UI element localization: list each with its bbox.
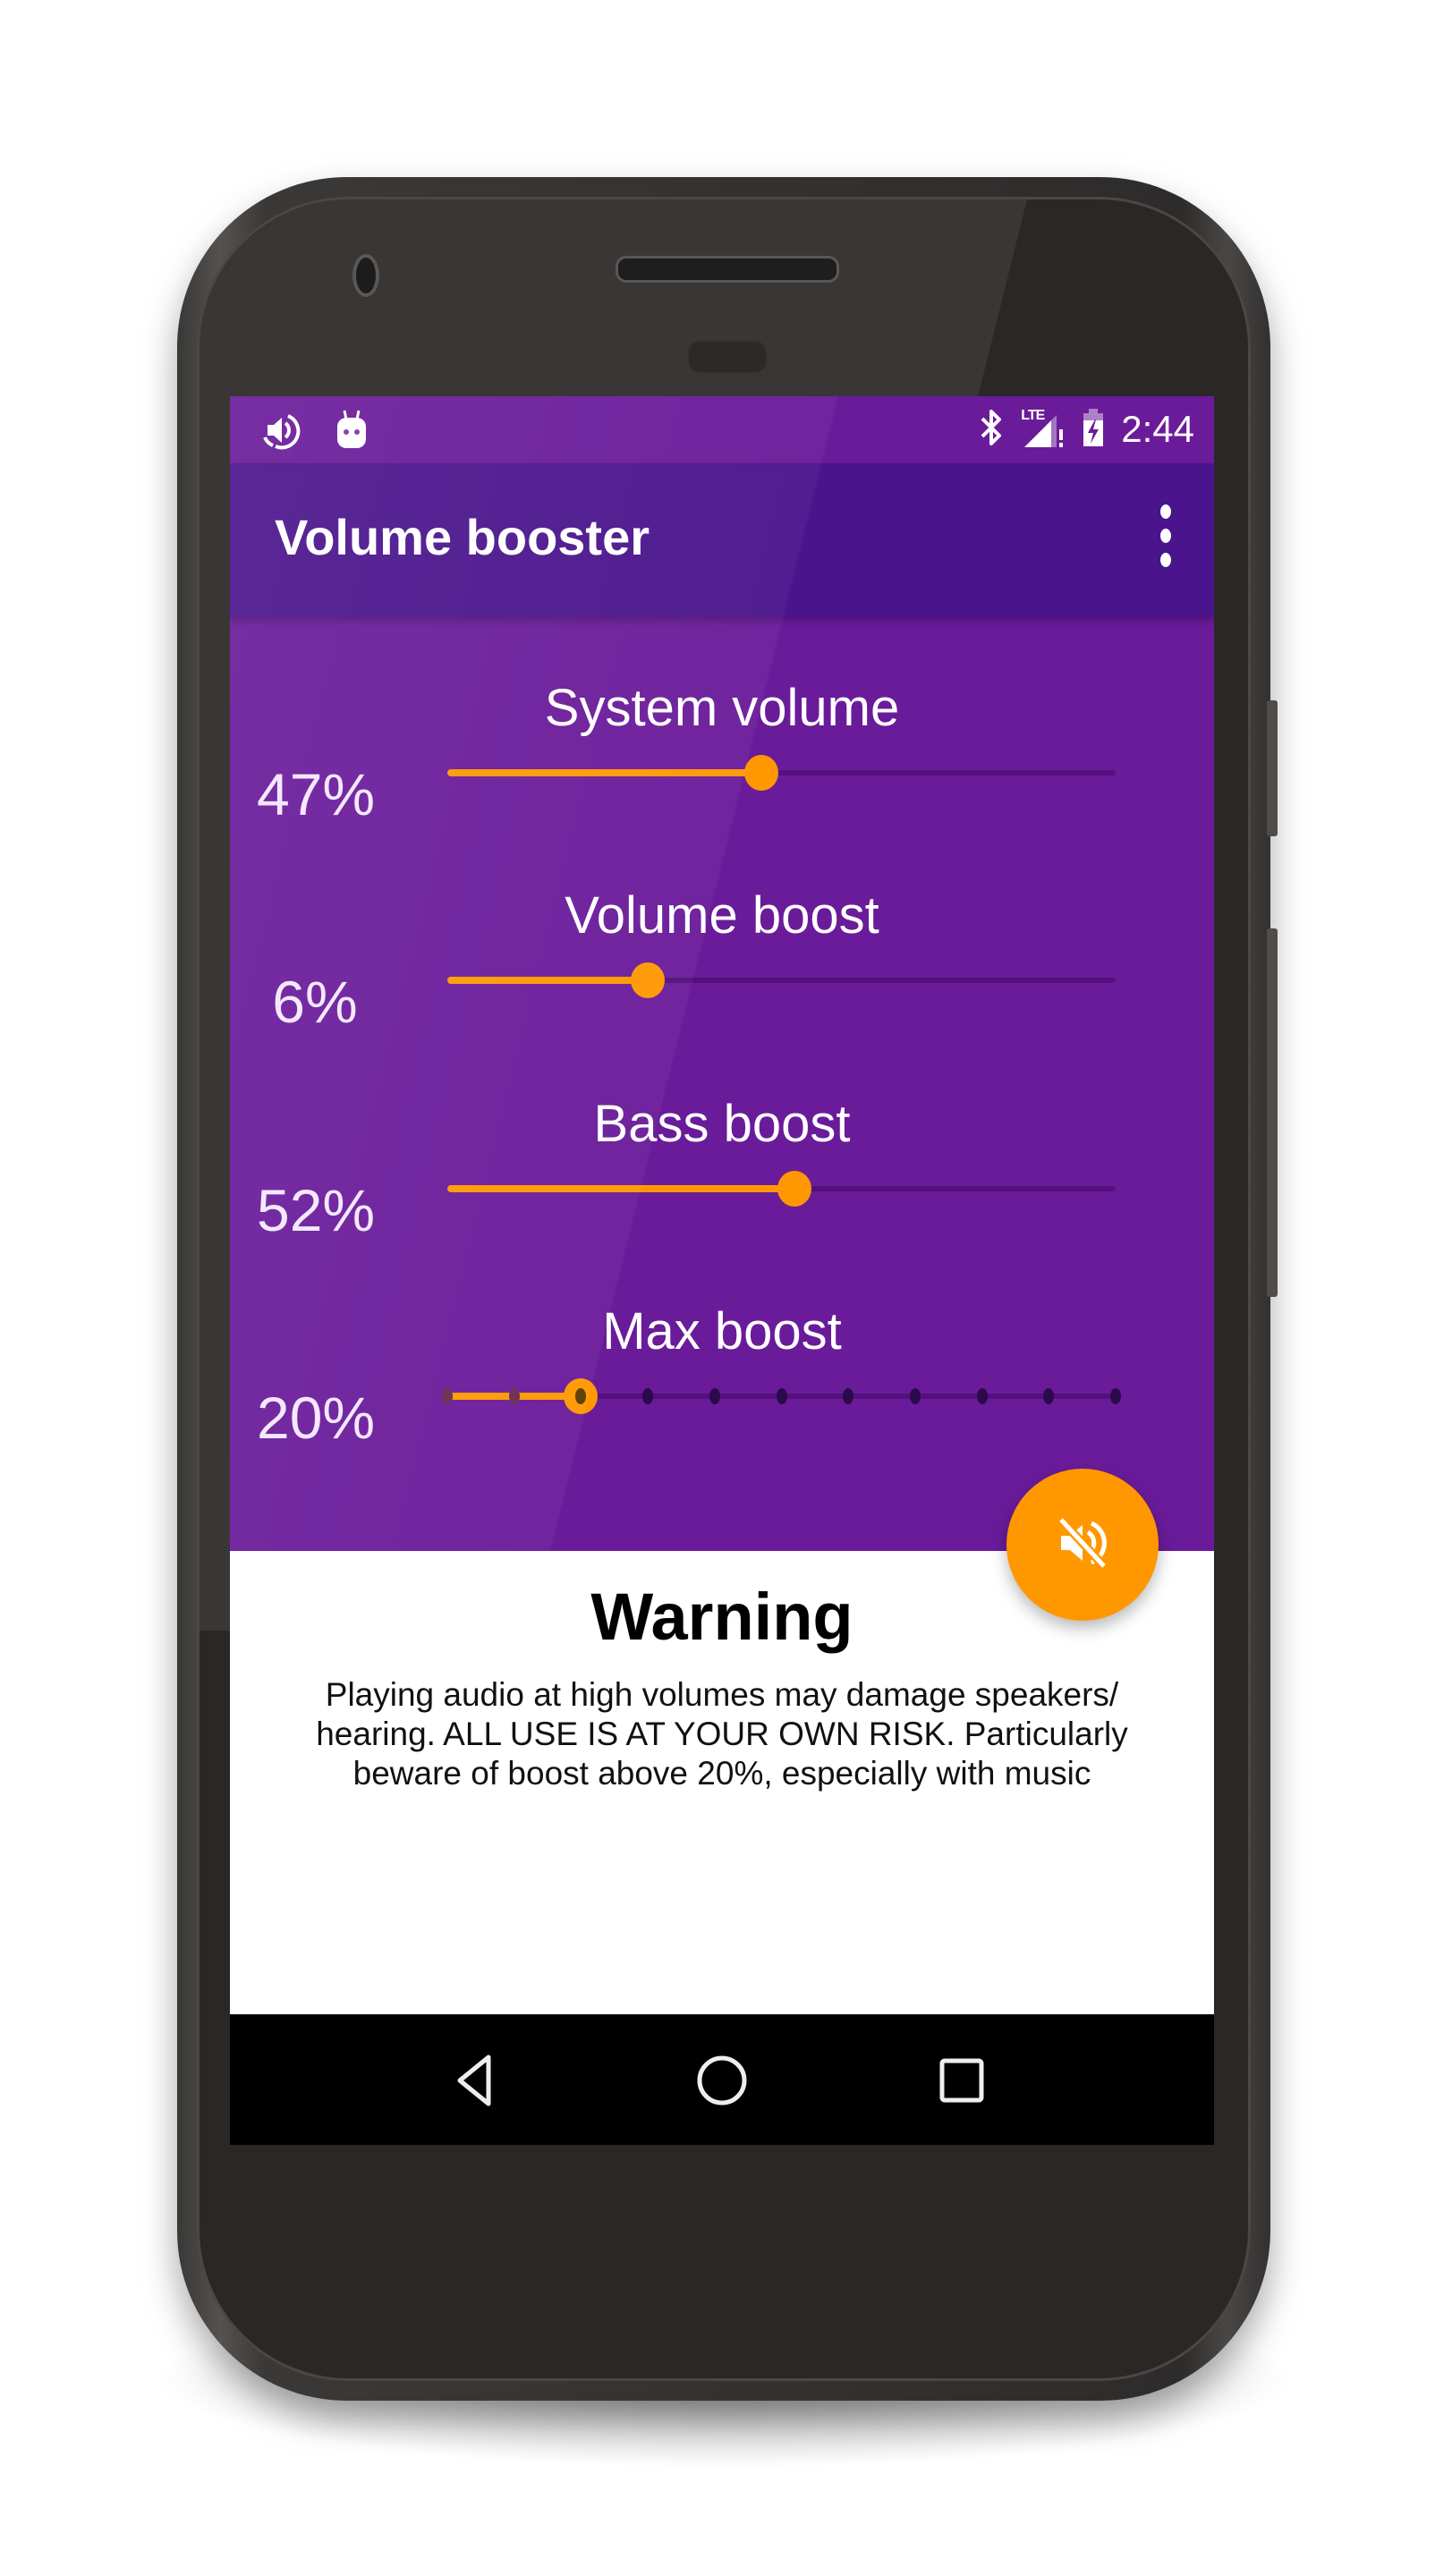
slider-tick — [1110, 1388, 1121, 1404]
control-label: Bass boost — [593, 1095, 851, 1153]
overflow-dot — [1160, 529, 1171, 543]
app-toolbar: Volume booster — [230, 463, 1214, 617]
system-volume-slider[interactable] — [447, 755, 1116, 791]
screen: LTE 2:44 Volume booster System volume 47… — [230, 396, 1214, 2145]
control-label: Max boost — [602, 1302, 842, 1360]
slider-thumb[interactable] — [564, 1378, 598, 1414]
volume-boost-notification-icon — [259, 409, 301, 456]
slider-tick — [777, 1388, 787, 1404]
volume-rocker — [1267, 928, 1278, 1297]
system-volume-control: System volume 47% — [230, 678, 1214, 886]
volume-off-icon — [1054, 1514, 1111, 1576]
slider-tick — [709, 1388, 720, 1404]
control-value: 52% — [257, 1177, 376, 1243]
proximity-sensor — [687, 340, 768, 374]
more-vert-icon[interactable] — [1157, 504, 1175, 567]
warning-text: Playing audio at high volumes may damage… — [316, 1676, 1128, 1792]
slider-tick — [509, 1388, 520, 1404]
volume-boost-control: Volume boost 6% — [230, 886, 1214, 1093]
bass-boost-control: Bass boost 52% — [230, 1094, 1214, 1301]
earpiece-speaker — [616, 256, 839, 283]
mute-fab[interactable] — [1006, 1469, 1159, 1621]
slider-thumb[interactable] — [744, 755, 778, 791]
control-value: 20% — [257, 1385, 376, 1451]
battery-charging-icon — [1082, 407, 1105, 453]
control-value: 6% — [272, 969, 358, 1035]
recents-icon — [933, 2052, 990, 2114]
slider-tick — [1043, 1388, 1054, 1404]
bass-boost-slider[interactable] — [447, 1171, 1116, 1207]
home-button[interactable] — [682, 2042, 762, 2123]
slider-fill — [447, 977, 648, 984]
slider-fill — [447, 1185, 794, 1192]
bluetooth-icon — [978, 407, 1005, 453]
volume-boost-slider[interactable] — [447, 962, 1116, 998]
overflow-dot — [1160, 553, 1171, 567]
control-label: System volume — [544, 679, 900, 737]
slider-tick — [910, 1388, 921, 1404]
control-value: 47% — [257, 761, 376, 827]
android-notification-icon — [334, 409, 369, 456]
slider-tick — [642, 1388, 653, 1404]
control-label: Volume boost — [565, 886, 879, 945]
recents-button[interactable] — [921, 2042, 1002, 2123]
status-clock: 2:44 — [1121, 408, 1194, 450]
lte-signal-icon: LTE — [1021, 408, 1066, 451]
slider-tick — [977, 1388, 988, 1404]
status-bar: LTE 2:44 — [230, 396, 1214, 463]
overflow-dot — [1160, 504, 1171, 519]
slider-thumb[interactable] — [777, 1171, 811, 1207]
slider-thumb[interactable] — [631, 962, 665, 998]
controls-panel: System volume 47% Volume boost 6% Bass b… — [230, 617, 1214, 1551]
back-button[interactable] — [436, 2042, 516, 2123]
front-camera — [352, 254, 379, 297]
max-boost-slider[interactable] — [442, 1378, 1121, 1414]
slider-tick — [442, 1388, 453, 1404]
slider-fill — [447, 769, 761, 776]
power-button — [1267, 700, 1278, 836]
slider-tick — [843, 1388, 853, 1404]
back-icon — [449, 2052, 503, 2114]
app-title: Volume booster — [275, 509, 650, 565]
slider-tick — [575, 1388, 586, 1404]
home-icon — [693, 2052, 751, 2114]
